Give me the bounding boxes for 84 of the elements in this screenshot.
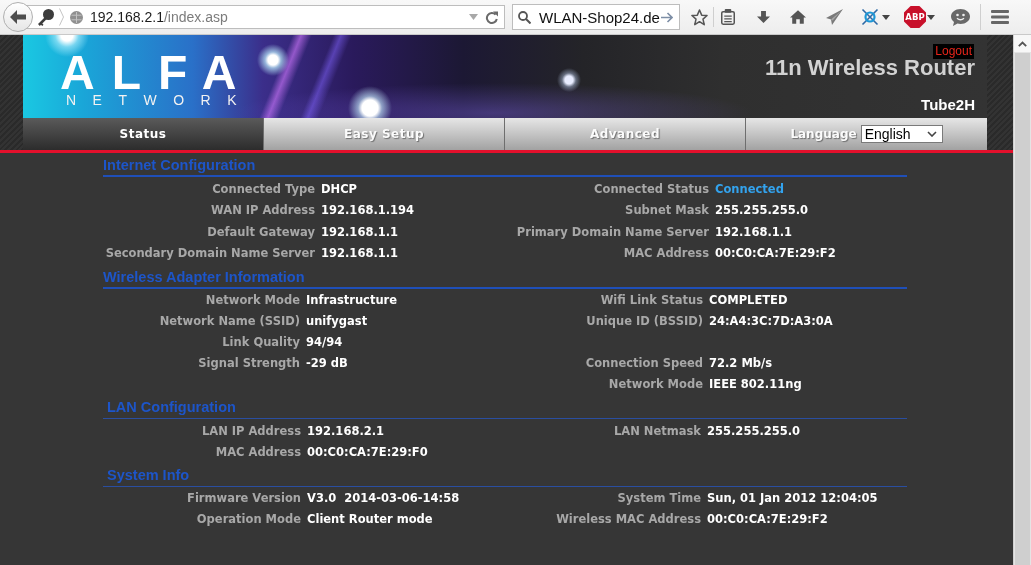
field-value: Client Router mode [307, 512, 433, 526]
field-label: Operation Mode [196, 512, 301, 526]
field-value: 00:C0:CA:7E:29:F2 [715, 246, 836, 261]
field-value: COMPLETED [709, 293, 788, 307]
caret-down-icon[interactable] [927, 14, 935, 20]
field-value: DHCP [321, 181, 358, 196]
field-value: Infrastructure [306, 293, 398, 307]
logout-link[interactable]: Logout [933, 44, 974, 59]
reload-icon[interactable] [485, 10, 498, 24]
home-icon[interactable] [790, 10, 806, 24]
field-label: Network Name (SSID) [159, 314, 300, 328]
field-value: V3.0 2014-03-06-14:58 [307, 491, 460, 505]
field-value: 94/94 [306, 335, 343, 349]
field-label: Connected Type [212, 181, 315, 196]
section-heading: Wireless Adapter Information [103, 266, 907, 289]
field-value: 192.168.2.1 [307, 423, 385, 438]
back-button[interactable] [3, 2, 33, 32]
field-value: unifygast [306, 314, 368, 328]
field-value: IEEE 802.11ng [709, 377, 802, 391]
speech-bubble-icon[interactable] [950, 8, 970, 26]
field-value: 72.2 Mb/s [709, 356, 773, 370]
field-label: Default Gateway [207, 224, 315, 239]
language-label: Language [790, 127, 857, 141]
scroll-up-button[interactable] [1014, 35, 1031, 52]
logo-subtitle: NETWORK [66, 93, 237, 107]
scrollbar-thumb[interactable] [1015, 53, 1030, 565]
caret-down-icon[interactable] [882, 14, 890, 20]
download-icon[interactable] [756, 10, 770, 24]
field-label: Secondary Domain Name Server [105, 246, 315, 261]
nav-tab[interactable]: Status [23, 118, 264, 150]
field-label: Subnet Mask [625, 203, 709, 218]
paper-plane-icon[interactable] [825, 9, 843, 25]
field-value: 00:C0:CA:7E:29:F2 [707, 512, 828, 526]
chevron-up-icon [1018, 40, 1027, 47]
ring-cross-icon[interactable] [861, 8, 879, 26]
search-field[interactable]: WLAN-Shop24.de [512, 4, 680, 30]
field-value: 192.168.1.194 [321, 203, 415, 218]
search-icon [518, 10, 531, 24]
field-label: MAC Address [215, 444, 301, 459]
chevron-down-icon [926, 131, 937, 137]
chevron-right-icon [59, 8, 64, 26]
section-heading: Internet Configuration [103, 155, 907, 177]
field-label: Wireless MAC Address [556, 512, 701, 526]
field-label: WAN IP Address [211, 203, 315, 218]
field-label: Network Mode [608, 377, 703, 391]
field-label: Signal Strength [198, 356, 300, 370]
field-label: Link Quality [222, 335, 300, 349]
field-label: Unique ID (BSSID) [586, 314, 703, 328]
menu-icon[interactable] [991, 10, 1009, 24]
arrow-left-icon [10, 10, 26, 24]
field-value: 24:A4:3C:7D:A3:0A [709, 314, 833, 328]
field-value: 192.168.1.1 [321, 246, 399, 261]
clipboard-icon[interactable] [721, 9, 735, 25]
model-name: Tube2H [921, 96, 975, 113]
field-value: 192.168.1.1 [321, 224, 399, 239]
field-label: Connected Status [594, 181, 709, 196]
field-label: Firmware Version [187, 491, 301, 505]
field-label: Wifi Link Status [600, 293, 703, 307]
arrow-right-icon[interactable] [661, 11, 673, 23]
field-label: Network Mode [205, 293, 300, 307]
field-label: Primary Domain Name Server [516, 224, 709, 239]
logo-wordmark: ALFA [60, 53, 240, 93]
globe-icon[interactable] [70, 10, 83, 24]
field-label: MAC Address [623, 246, 709, 261]
field-value: 192.168.1.1 [715, 224, 793, 239]
key-icon[interactable] [38, 8, 54, 26]
language-select[interactable]: English [860, 125, 943, 143]
field-value: Connected [715, 181, 784, 196]
star-icon[interactable] [690, 8, 708, 26]
field-value: -29 dB [306, 356, 348, 370]
address-bar[interactable]: 192.168.2.1/index.asp [27, 5, 505, 29]
search-query-text: WLAN-Shop24.de [539, 8, 660, 26]
adblock-badge[interactable]: ABP [904, 6, 926, 28]
field-value: Sun, 01 Jan 2012 12:04:05 [707, 491, 878, 505]
field-label: LAN Netmask [614, 423, 701, 438]
field-label: LAN IP Address [201, 423, 301, 438]
section-heading: System Info [103, 464, 907, 487]
field-value: 255.255.255.0 [715, 203, 809, 218]
field-label: System Time [617, 491, 701, 505]
field-value: 00:C0:CA:7E:29:F0 [307, 444, 428, 459]
field-value: 255.255.255.0 [707, 423, 801, 438]
section-heading: LAN Configuration [103, 397, 907, 419]
url-text[interactable]: 192.168.2.1/index.asp [90, 9, 228, 25]
field-label: Connection Speed [585, 356, 703, 370]
